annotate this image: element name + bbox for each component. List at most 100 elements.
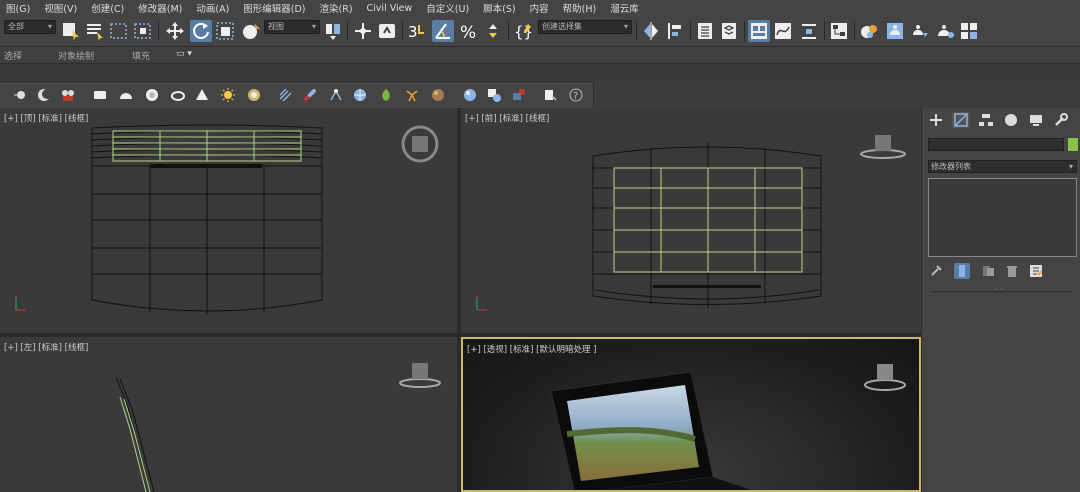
align-button[interactable] xyxy=(664,20,686,42)
pin-stack-button[interactable] xyxy=(928,263,944,279)
rect-region-button[interactable] xyxy=(108,20,130,42)
object-name-input[interactable] xyxy=(928,138,1064,151)
menu-customize[interactable]: 自定义(U) xyxy=(420,1,477,15)
skylight-tool-button[interactable] xyxy=(246,87,262,103)
reference-coordinate-dropdown[interactable]: 视图 xyxy=(264,20,320,34)
sphere-icon xyxy=(146,89,158,101)
bones-tool-button[interactable] xyxy=(328,87,344,103)
viewcube-top[interactable] xyxy=(401,125,439,163)
layer-tool-button[interactable] xyxy=(542,87,558,103)
torus-tool-button[interactable] xyxy=(170,87,186,103)
spinner-snap-button[interactable] xyxy=(482,20,504,42)
ribbon-toggle-button[interactable] xyxy=(748,20,770,42)
show-end-result-button[interactable] xyxy=(954,263,970,279)
viewcube-left[interactable] xyxy=(399,363,441,388)
geosphere-tool-button[interactable] xyxy=(352,87,368,103)
render-scene-button[interactable] xyxy=(486,87,502,103)
ribbon-options-icon[interactable]: ▭ ▾ xyxy=(176,49,192,59)
viewcube-front[interactable] xyxy=(860,135,906,159)
hemisphere-tool-button[interactable] xyxy=(118,87,134,103)
foliage-tool-button[interactable] xyxy=(378,87,394,103)
tab-modify[interactable] xyxy=(952,112,970,128)
menu-help[interactable]: 帮助(H) xyxy=(557,1,605,15)
camera-tool-button[interactable] xyxy=(60,87,76,103)
viewport-top[interactable]: [+] [顶] [标准] [线框] xyxy=(0,108,457,333)
rendered-frame-button[interactable] xyxy=(908,20,930,42)
menu-civil-view[interactable]: Civil View xyxy=(361,3,421,14)
particle-tool-button[interactable] xyxy=(278,87,294,103)
texture-tool-button[interactable] xyxy=(430,87,446,103)
selection-filter-dropdown[interactable]: 全部 xyxy=(4,20,56,34)
render-sphere-button[interactable] xyxy=(462,87,478,103)
svg-text:3: 3 xyxy=(408,23,418,41)
layer-explorer-icon xyxy=(722,23,736,39)
sun-tool-button[interactable] xyxy=(220,87,236,103)
tab-utilities[interactable] xyxy=(1052,112,1070,128)
named-selection-dropdown[interactable]: 创建选择集 xyxy=(538,20,632,34)
window-crossing-button[interactable] xyxy=(132,20,154,42)
manipulate-button[interactable] xyxy=(352,20,374,42)
ribbon-tab-select[interactable]: 选择 xyxy=(4,49,22,62)
menu-view[interactable]: 视图(V) xyxy=(38,1,85,15)
layer-icon xyxy=(545,90,557,101)
object-color-swatch[interactable] xyxy=(1068,138,1078,151)
scene-explorer-button[interactable] xyxy=(694,20,716,42)
placement-button[interactable] xyxy=(240,20,262,42)
percent-snap-button[interactable]: % xyxy=(458,20,480,43)
moon-tool-button[interactable] xyxy=(36,87,52,103)
menu-graph-editors[interactable]: 图形编辑器(D) xyxy=(237,1,313,15)
mirror-button[interactable] xyxy=(640,20,662,42)
viewport-left[interactable]: [+] [左] [标准] [线框] xyxy=(0,337,457,492)
ribbon-tab-populate[interactable]: 填充 xyxy=(132,49,150,62)
configure-sets-button[interactable] xyxy=(1028,263,1044,279)
modifier-list-dropdown[interactable]: 修改器列表 xyxy=(928,160,1077,173)
menu-rendering[interactable]: 渲染(R) xyxy=(314,1,361,15)
menu-create[interactable]: 创建(C) xyxy=(85,1,132,15)
tab-create[interactable] xyxy=(927,112,945,128)
render-production-button[interactable] xyxy=(934,20,956,42)
viewport-front[interactable]: [+] [前] [标准] [线框] xyxy=(461,108,921,333)
plane-tool-button[interactable] xyxy=(92,87,108,103)
snaps-toggle-button[interactable]: 3 xyxy=(406,20,428,42)
ribbon-tab-object-paint[interactable]: 对象绘制 xyxy=(58,49,94,62)
menu-animation[interactable]: 动画(A) xyxy=(190,1,237,15)
scale-button[interactable] xyxy=(214,20,236,42)
light-tool-button[interactable] xyxy=(12,87,28,103)
plus-icon xyxy=(930,114,942,126)
viewport-perspective[interactable]: [+] [透视] [标准] [默认明暗处理 ] xyxy=(461,337,921,492)
schematic-view-button[interactable] xyxy=(828,20,850,42)
menu-graph[interactable]: 图(G) xyxy=(0,1,38,15)
make-unique-button[interactable] xyxy=(980,263,996,279)
modifier-stack[interactable] xyxy=(928,178,1077,257)
remove-modifier-button[interactable] xyxy=(1004,263,1020,279)
tab-hierarchy[interactable] xyxy=(977,112,995,128)
move-button[interactable] xyxy=(164,20,186,42)
percent-snap-icon: % xyxy=(460,23,476,43)
tab-motion[interactable] xyxy=(1002,112,1020,128)
helper-tool-button[interactable] xyxy=(302,87,318,103)
select-by-name-button[interactable] xyxy=(84,20,106,42)
keyboard-shortcut-button[interactable] xyxy=(376,20,398,42)
tab-display[interactable] xyxy=(1027,112,1045,128)
material-editor-button[interactable] xyxy=(858,20,880,42)
cone-tool-button[interactable] xyxy=(194,87,210,103)
render-iterative-button[interactable] xyxy=(958,20,980,42)
pivot-center-button[interactable] xyxy=(322,20,344,42)
help-button[interactable]: ? xyxy=(568,87,584,103)
edit-named-sets-button[interactable]: {} xyxy=(512,20,534,42)
angle-snap-button[interactable] xyxy=(432,20,454,42)
biped-tool-button[interactable] xyxy=(404,87,420,103)
rotate-button[interactable] xyxy=(190,20,212,42)
menu-liuyun-lib[interactable]: 溜云库 xyxy=(604,1,647,15)
render-setup-button[interactable] xyxy=(884,20,906,42)
menu-modifiers[interactable]: 修改器(M) xyxy=(132,1,190,15)
select-object-button[interactable] xyxy=(60,20,82,42)
dope-sheet-button[interactable] xyxy=(798,20,820,42)
layer-explorer-button[interactable] xyxy=(718,20,740,42)
render-teapot-button[interactable] xyxy=(510,87,526,103)
menu-scripting[interactable]: 脚本(S) xyxy=(477,1,523,15)
sphere-tool-button[interactable] xyxy=(144,87,160,103)
menu-content[interactable]: 内容 xyxy=(524,1,557,15)
viewcube-perspective[interactable] xyxy=(864,364,906,391)
curve-editor-button[interactable] xyxy=(772,20,794,42)
